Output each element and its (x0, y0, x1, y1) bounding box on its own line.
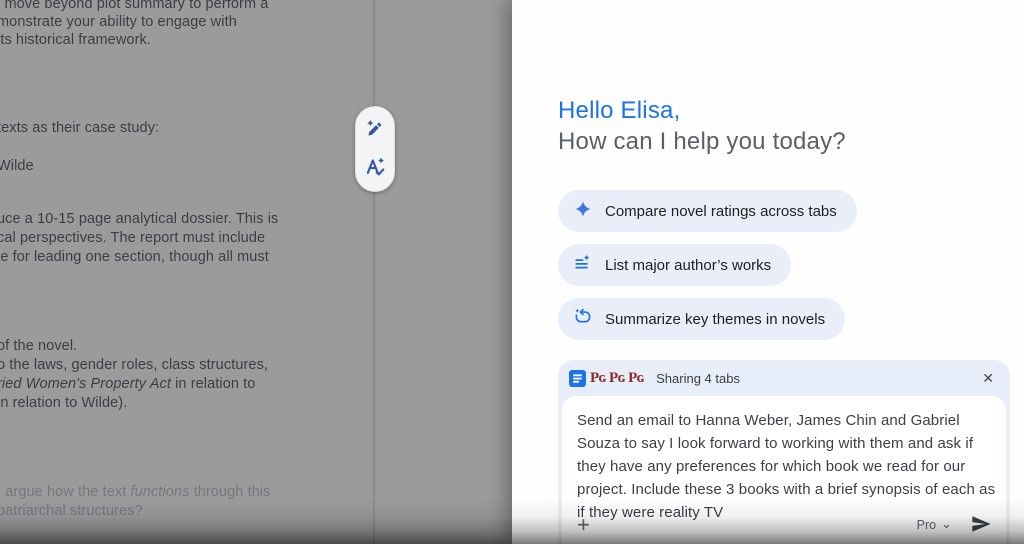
model-label: Pro (916, 518, 937, 532)
sharing-header: Pɢ Pɢ Pɢ Sharing 4 tabs ✕ (558, 360, 1010, 396)
doc-line: of the novel. (0, 338, 78, 354)
doc-line: texts as their case study: (0, 120, 160, 136)
prompt-card: Pɢ Pɢ Pɢ Sharing 4 tabs ✕ Send an email … (558, 360, 1010, 544)
doc-line: uce a 10-15 page analytical dossier. Thi… (0, 211, 279, 227)
sharing-tabs-label: Sharing 4 tabs (656, 370, 740, 386)
page-edge-divider (373, 0, 375, 544)
suggestion-chip-summarize-themes[interactable]: Summarize key themes in novels (558, 298, 846, 340)
doc-line: patriarchal structures? (0, 503, 143, 519)
gemini-side-panel: Hello Elisa, How can I help you today? C… (512, 0, 1024, 544)
doc-line: Wilde (0, 158, 34, 174)
suggestion-chip-compare-ratings[interactable]: Compare novel ratings across tabs (558, 190, 857, 232)
send-button[interactable] (970, 513, 992, 538)
loop-sparkle-icon (574, 308, 592, 330)
close-icon[interactable]: ✕ (978, 369, 998, 387)
doc-line: in relation to Wilde). (0, 395, 128, 411)
document-dimmed-area: l move beyond plot summary to perform a … (0, 0, 512, 544)
prompt-input-area[interactable]: Send an email to Hanna Weber, James Chin… (562, 396, 1006, 544)
sparkle-icon (574, 200, 592, 222)
prompt-toolbar: + Pro ⌄ (577, 511, 992, 539)
greeting-title: Hello Elisa, (558, 97, 681, 124)
summarize-sparkle-icon (574, 254, 592, 276)
chip-label: List major author’s works (605, 256, 772, 274)
gutenberg-favicon-icon: Pɢ (609, 369, 626, 386)
gutenberg-favicon-icon: Pɢ (590, 369, 607, 386)
doc-line: l move beyond plot summary to perform a (0, 0, 269, 12)
prompt-input-text[interactable]: Send an email to Hanna Weber, James Chin… (577, 409, 997, 524)
doc-line: ried Women's Property Act in relation to (0, 376, 256, 392)
doc-line: o the laws, gender roles, class structur… (0, 357, 269, 373)
model-selector[interactable]: Pro ⌄ (916, 515, 952, 533)
send-icon (970, 513, 992, 538)
greeting-subtitle: How can I help you today? (558, 128, 846, 155)
pen-sparkle-icon (364, 118, 386, 143)
chevron-down-icon: ⌄ (941, 515, 952, 531)
chip-label: Compare novel ratings across tabs (605, 202, 837, 220)
proofread-button[interactable] (361, 154, 389, 182)
proofread-a-check-icon (364, 155, 386, 180)
gutenberg-favicon-icon: Pɢ (628, 369, 645, 386)
doc-line: its historical framework. (0, 32, 151, 48)
add-attachment-button[interactable]: + (577, 514, 590, 536)
doc-line: monstrate your ability to engage with (0, 14, 237, 30)
help-me-write-button[interactable] (361, 116, 389, 144)
suggestion-chip-list-works[interactable]: List major author’s works (558, 244, 792, 286)
writing-tools-pill (355, 106, 395, 192)
google-docs-favicon-icon (569, 369, 586, 387)
doc-line: cal perspectives. The report must includ… (0, 230, 266, 246)
doc-line: le for leading one section, though all m… (0, 249, 269, 265)
screen: l move beyond plot summary to perform a … (0, 0, 1024, 544)
chip-label: Summarize key themes in novels (605, 310, 826, 328)
doc-line: ; argue how the text functions through t… (0, 484, 271, 500)
